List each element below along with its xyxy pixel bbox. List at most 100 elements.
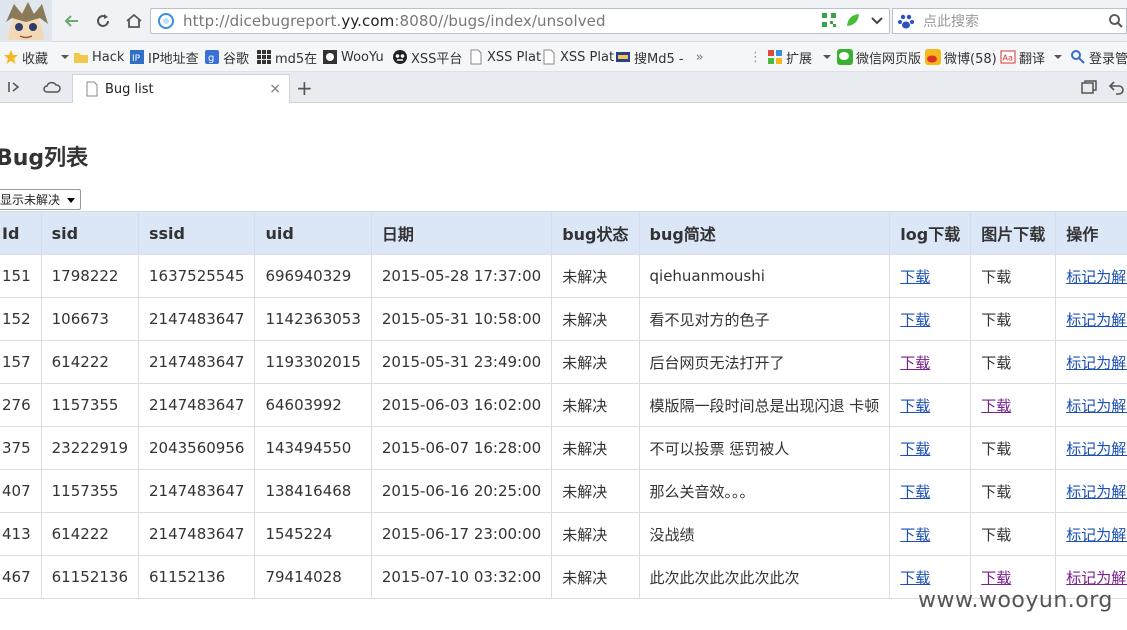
mark-resolved-link[interactable]: 标记为解决 bbox=[1066, 397, 1127, 415]
bookmark-wechat[interactable]: 微信网页版 bbox=[837, 47, 921, 67]
bookmark-xss-plat-2[interactable]: XSS Plat bbox=[541, 47, 614, 67]
cell-description: 此次此次此次此次此次 bbox=[649, 568, 800, 587]
bookmark-wooyun[interactable]: WooYu bbox=[322, 47, 384, 67]
table-cell: 64603992 bbox=[254, 383, 372, 427]
mark-resolved-link[interactable]: 标记为解决 bbox=[1066, 311, 1127, 329]
cell-id: 152 bbox=[2, 310, 31, 328]
table-cell: 2015-06-07 16:28:00 bbox=[370, 426, 553, 470]
cell-ssid: 2147483647 bbox=[149, 310, 245, 328]
bookmark-weibo[interactable]: 微博(58) bbox=[925, 47, 997, 67]
mark-resolved-link[interactable]: 标记为解决 bbox=[1066, 526, 1127, 544]
back-button[interactable] bbox=[58, 8, 86, 34]
table-cell: 138416468 bbox=[254, 469, 372, 513]
bookmark-extensions[interactable]: 扩展 bbox=[767, 47, 832, 67]
bookmark-google[interactable]: g 谷歌 bbox=[204, 47, 249, 67]
cell-ssid: 2147483647 bbox=[149, 482, 245, 500]
chevron-down-icon bbox=[67, 198, 75, 203]
status-filter-select[interactable]: 显示未解决 bbox=[0, 189, 81, 210]
search-input[interactable]: 点此搜索 bbox=[892, 8, 1127, 34]
table-cell: 1798222 bbox=[40, 254, 140, 298]
close-tab-icon[interactable]: × bbox=[269, 81, 281, 97]
cell-id: 157 bbox=[2, 353, 31, 371]
image-download-link[interactable]: 下载 bbox=[981, 569, 1011, 587]
tab-bug-list[interactable]: Bug list × bbox=[72, 74, 290, 103]
restore-tabs-icon[interactable] bbox=[1080, 79, 1098, 99]
address-bar[interactable]: http://dicebugreport.yy.com:8080//bugs/i… bbox=[150, 8, 890, 34]
log-download-link[interactable]: 下载 bbox=[900, 440, 930, 458]
cell-id: 375 bbox=[2, 439, 31, 457]
cell-uid: 696940329 bbox=[265, 267, 352, 285]
undo-close-icon[interactable] bbox=[1108, 79, 1126, 99]
table-cell: 下载 bbox=[889, 254, 972, 298]
log-download-link[interactable]: 下载 bbox=[900, 569, 930, 587]
cell-image-download: 下载 bbox=[981, 310, 1012, 329]
table-cell: 276 bbox=[0, 383, 42, 427]
bookmark-xss-platform[interactable]: XSS平台 bbox=[392, 47, 462, 67]
chevron-down-icon[interactable] bbox=[869, 12, 885, 28]
log-download-link[interactable]: 下载 bbox=[900, 397, 930, 415]
page-title: Bug列表 bbox=[0, 146, 89, 171]
bookmark-ip[interactable]: IP IP地址查 bbox=[129, 47, 199, 67]
table-row: 413 614222 2147483647 1545224 2015-06-17 23:… bbox=[0, 512, 1127, 556]
cell-id: 276 bbox=[2, 396, 31, 414]
bookmark-translate[interactable]: Aa 翻译 bbox=[1000, 47, 1063, 67]
paw-icon[interactable] bbox=[897, 12, 917, 30]
cell-uid: 1193302015 bbox=[265, 353, 361, 371]
cell-ssid: 61152136 bbox=[149, 568, 226, 586]
cell-status: 未解决 bbox=[562, 353, 608, 372]
image-download-link[interactable]: 下载 bbox=[981, 397, 1011, 415]
wooyun-icon bbox=[323, 50, 337, 64]
bookmark-favorites[interactable]: 收藏 bbox=[3, 47, 70, 67]
table-cell: 未解决 bbox=[551, 555, 640, 599]
cloud-icon[interactable] bbox=[42, 79, 62, 99]
cell-description: 不可以投票 惩罚被人 bbox=[649, 439, 790, 458]
dropdown-arrow-icon bbox=[1054, 55, 1063, 59]
more-bookmarks-icon[interactable]: » bbox=[696, 50, 704, 65]
qr-code-icon[interactable] bbox=[821, 12, 837, 28]
table-cell: 151 bbox=[0, 254, 42, 298]
search-placeholder: 点此搜索 bbox=[923, 14, 979, 30]
sidebar-toggle-icon[interactable] bbox=[6, 79, 22, 99]
table-cell: 2015-06-16 20:25:00 bbox=[370, 469, 553, 513]
table-cell: 614222 bbox=[40, 340, 140, 384]
bookmark-md5[interactable]: md5在 bbox=[256, 47, 317, 67]
reload-button[interactable] bbox=[89, 8, 117, 34]
bookmark-hack[interactable]: Hack bbox=[73, 47, 124, 67]
table-cell: 467 bbox=[0, 555, 42, 599]
mark-resolved-link[interactable]: 标记为解决 bbox=[1066, 268, 1127, 286]
leaf-icon[interactable] bbox=[845, 12, 861, 28]
table-cell: 23222919 bbox=[40, 426, 140, 470]
cell-description: 后台网页无法打开了 bbox=[649, 353, 785, 372]
table-cell: 下载 bbox=[970, 426, 1057, 470]
table-cell: 下载 bbox=[889, 426, 972, 470]
bookmark-xss-plat-1[interactable]: XSS Plat bbox=[468, 47, 541, 67]
table-cell: 标记为解决 bbox=[1055, 512, 1127, 556]
table-cell: 1193302015 bbox=[254, 340, 372, 384]
mark-resolved-link[interactable]: 标记为解决 bbox=[1066, 569, 1127, 587]
log-download-link[interactable]: 下载 bbox=[900, 311, 930, 329]
table-cell: 106673 bbox=[40, 297, 140, 341]
cell-ssid: 2147483647 bbox=[149, 353, 245, 371]
mark-resolved-link[interactable]: 标记为解决 bbox=[1066, 354, 1127, 372]
home-button[interactable] bbox=[120, 8, 148, 34]
cell-ssid: 1637525545 bbox=[149, 267, 245, 285]
mark-resolved-link[interactable]: 标记为解决 bbox=[1066, 440, 1127, 458]
table-cell: 未解决 bbox=[551, 426, 640, 470]
log-download-link[interactable]: 下载 bbox=[900, 483, 930, 501]
bookmark-login[interactable]: 登录管 bbox=[1070, 47, 1127, 67]
table-cell: 2015-05-31 10:58:00 bbox=[370, 297, 553, 341]
log-download-link[interactable]: 下载 bbox=[900, 268, 930, 286]
table-cell: 1157355 bbox=[40, 469, 140, 513]
table-cell: 2147483647 bbox=[137, 340, 256, 384]
table-cell: 413 bbox=[0, 512, 42, 556]
mark-resolved-link[interactable]: 标记为解决 bbox=[1066, 483, 1127, 501]
new-tab-button[interactable]: + bbox=[296, 76, 313, 100]
svg-text:IP: IP bbox=[132, 54, 141, 64]
cell-date: 2015-05-28 17:37:00 bbox=[381, 267, 542, 285]
log-download-link[interactable]: 下载 bbox=[900, 526, 930, 544]
bookmark-search-md5[interactable]: 搜Md5 - » bbox=[615, 47, 704, 67]
user-avatar[interactable] bbox=[0, 0, 52, 42]
log-download-link[interactable]: 下载 bbox=[900, 354, 930, 372]
search-icon[interactable] bbox=[1108, 13, 1124, 29]
cell-sid: 614222 bbox=[51, 353, 109, 371]
